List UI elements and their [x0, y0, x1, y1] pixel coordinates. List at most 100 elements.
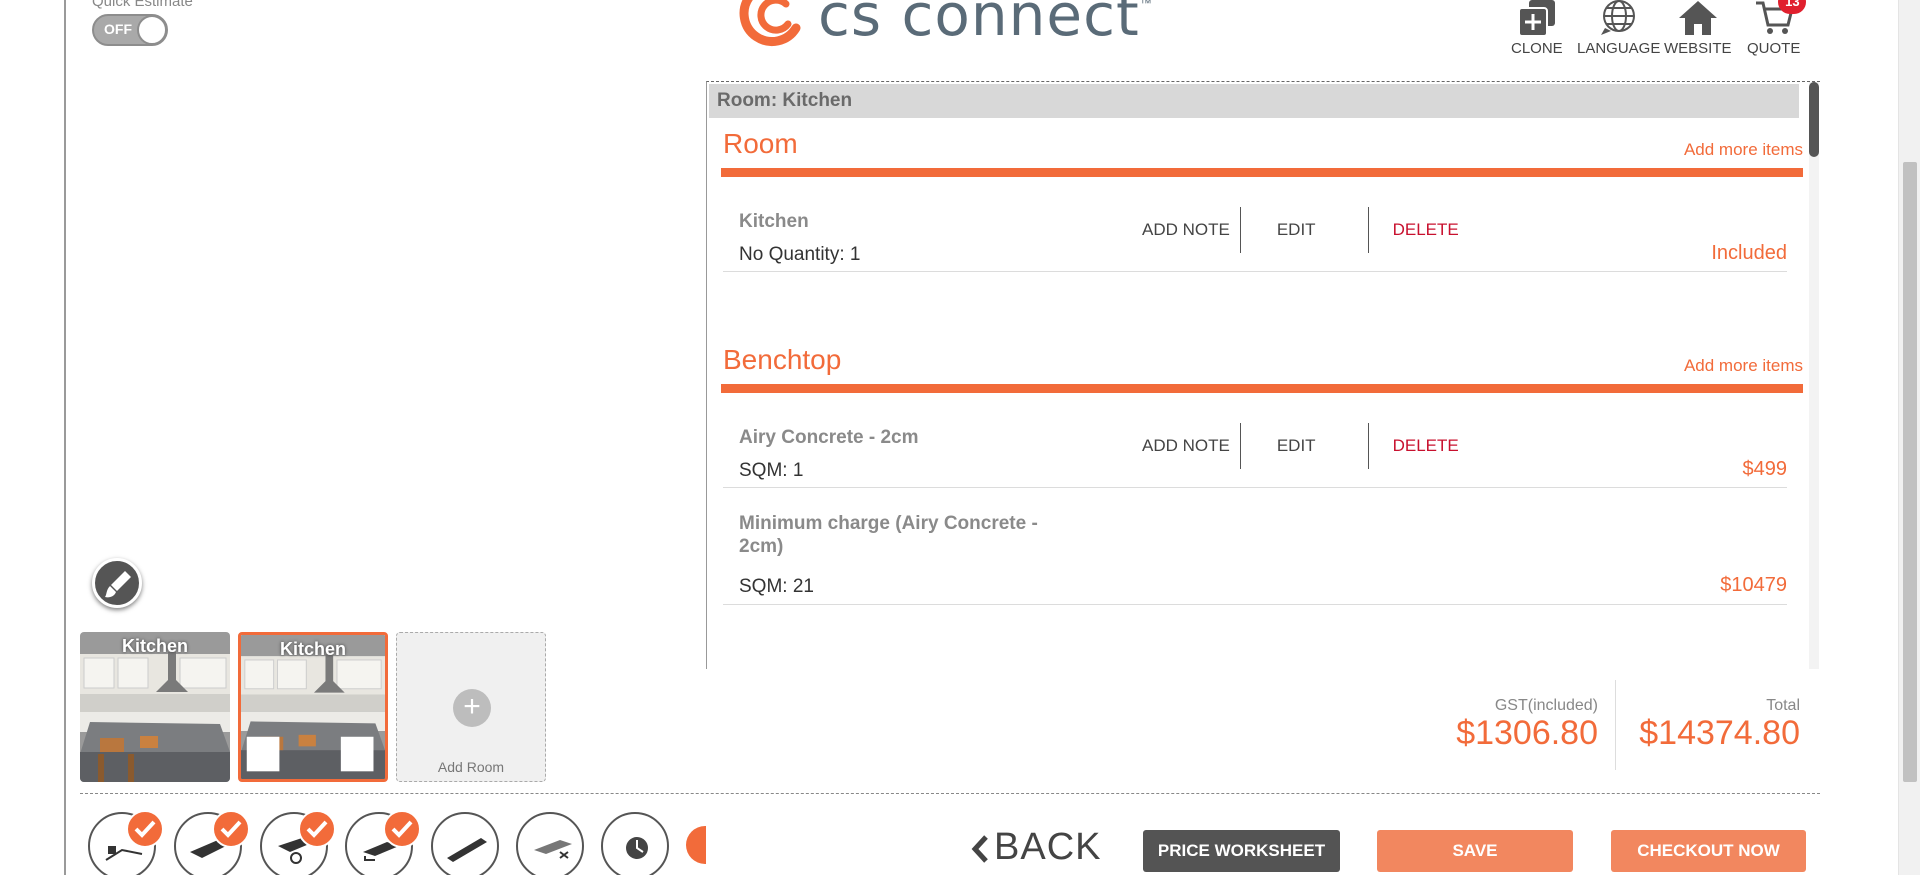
action-divider	[1367, 423, 1369, 469]
page-scrollbar-thumb[interactable]	[1903, 162, 1917, 782]
action-divider	[1239, 423, 1241, 469]
panel-scrollbar-thumb[interactable]	[1809, 82, 1819, 157]
step-edge-profile[interactable]	[345, 810, 421, 875]
clone-icon	[1517, 0, 1555, 36]
save-button[interactable]: SAVE	[1377, 830, 1573, 872]
room-thumbnail[interactable]: Kitchen	[80, 632, 230, 782]
gst-value: $1306.80	[1456, 714, 1598, 752]
logo-trademark: ™	[1139, 0, 1152, 10]
extras-icon	[626, 837, 648, 859]
section-benchtop: Benchtop Add more items	[721, 344, 1803, 400]
step-next-partial[interactable]	[686, 826, 706, 864]
step-complete-check	[298, 810, 336, 848]
add-more-items-link[interactable]: Add more items	[1684, 356, 1803, 376]
website-button[interactable]: WEBSITE	[1664, 0, 1732, 57]
checkmark-icon	[134, 820, 156, 838]
checkmark-icon	[391, 820, 413, 838]
add-note-button[interactable]: ADD NOTE	[1142, 436, 1230, 456]
step-room-layout[interactable]	[88, 810, 164, 875]
section-title: Room	[723, 128, 798, 159]
app-root: Quick Estimate OFF cs connect ™ CLONE LA…	[0, 0, 1920, 875]
quote-label: QUOTE	[1747, 40, 1801, 57]
item-price: Included	[1711, 242, 1787, 264]
section-title: Benchtop	[723, 344, 842, 375]
design-brush-button[interactable]	[92, 558, 142, 608]
totals-divider	[1615, 680, 1616, 770]
step-complete-check	[212, 810, 250, 848]
toggle-state-label: OFF	[104, 21, 132, 37]
add-room-button[interactable]: + Add Room	[396, 632, 546, 782]
language-label: LANGUAGE	[1577, 40, 1661, 57]
logo-swirl-icon	[739, 0, 801, 46]
saw-cut-icon	[447, 838, 487, 862]
add-more-items-link[interactable]: Add more items	[1684, 140, 1803, 160]
language-button[interactable]: LANGUAGE	[1577, 0, 1660, 57]
room-header: Room: Kitchen	[709, 84, 1799, 118]
page-scrollbar[interactable]	[1898, 0, 1920, 875]
edit-button[interactable]: EDIT	[1277, 220, 1316, 240]
back-button[interactable]: BACK	[970, 826, 1101, 869]
price-worksheet-button[interactable]: PRICE WORKSHEET	[1143, 830, 1340, 872]
brush-icon	[105, 571, 131, 598]
chevron-left-icon	[971, 835, 988, 863]
clone-label: CLONE	[1511, 40, 1563, 57]
step-benchtop[interactable]	[174, 810, 250, 875]
step-cutout[interactable]	[516, 812, 584, 875]
quote-count-badge: 13	[1778, 0, 1807, 14]
item-price: $10479	[1720, 574, 1787, 596]
add-room-label: Add Room	[437, 759, 505, 775]
brand-logo[interactable]: cs connect ™	[738, 0, 1152, 52]
action-divider	[1239, 207, 1241, 253]
delete-button[interactable]: DELETE	[1393, 220, 1459, 240]
line-item: Airy Concrete - 2cm SQM: 1 $499 ADD NOTE…	[723, 418, 1787, 488]
toggle-knob	[137, 15, 167, 45]
checkmark-icon	[306, 820, 328, 838]
language-globe-icon	[1600, 0, 1635, 35]
gst-label: GST(included)	[1494, 697, 1598, 714]
item-actions: ADD NOTE EDIT DELETE	[1142, 423, 1459, 469]
quick-estimate-toggle[interactable]: OFF	[92, 14, 168, 46]
room-thumbnail-name: Kitchen	[121, 636, 188, 656]
total-label: Total	[1766, 697, 1800, 714]
step-saw-cut[interactable]	[431, 812, 499, 875]
item-actions: ADD NOTE EDIT DELETE	[1142, 207, 1459, 253]
delete-button[interactable]: DELETE	[1393, 436, 1459, 456]
room-items-panel: Room: Kitchen Room Add more items Kitche…	[706, 81, 1820, 669]
item-quantity: No Quantity: 1	[739, 244, 861, 265]
back-label: BACK	[994, 826, 1102, 868]
step-extras[interactable]	[601, 812, 669, 875]
home-icon	[1678, 1, 1717, 35]
edit-button[interactable]: EDIT	[1277, 436, 1316, 456]
item-quantity: SQM: 1	[739, 460, 804, 481]
section-bar	[721, 168, 1803, 177]
logo-text: cs connect	[818, 0, 1140, 49]
panel-scrollbar[interactable]	[1809, 82, 1819, 669]
item-quantity: SQM: 21	[739, 576, 814, 597]
bottom-divider	[80, 793, 1820, 794]
item-name: Airy Concrete - 2cm	[739, 427, 919, 448]
checkout-now-button[interactable]: CHECKOUT NOW	[1611, 830, 1806, 872]
section-room: Room Add more items	[721, 128, 1803, 184]
checkmark-icon	[220, 820, 242, 838]
add-note-button[interactable]: ADD NOTE	[1142, 220, 1230, 240]
item-name: Minimum charge (Airy Concrete - 2cm)	[739, 513, 1038, 557]
step-sink[interactable]	[260, 810, 336, 875]
total-value: $14374.80	[1639, 714, 1800, 752]
line-item: Minimum charge (Airy Concrete - 2cm) SQM…	[723, 512, 1787, 605]
quote-button[interactable]: QUOTE 13	[1747, 0, 1807, 57]
room-thumbnail-name: Kitchen	[279, 639, 346, 659]
step-complete-check	[126, 810, 164, 848]
website-label: WEBSITE	[1664, 40, 1732, 57]
line-item: Kitchen No Quantity: 1 Included ADD NOTE…	[723, 202, 1787, 272]
action-divider	[1367, 207, 1369, 253]
step-complete-check	[383, 810, 421, 848]
left-divider	[64, 0, 66, 875]
clone-button[interactable]: CLONE	[1511, 0, 1563, 57]
section-bar	[721, 384, 1803, 393]
plus-icon: +	[453, 689, 491, 727]
item-price: $499	[1742, 458, 1788, 480]
item-name: Kitchen	[739, 211, 809, 232]
cutout-icon	[534, 840, 572, 859]
room-thumbnail-selected[interactable]: Kitchen	[238, 632, 388, 782]
quick-estimate-label: Quick Estimate	[92, 0, 193, 10]
